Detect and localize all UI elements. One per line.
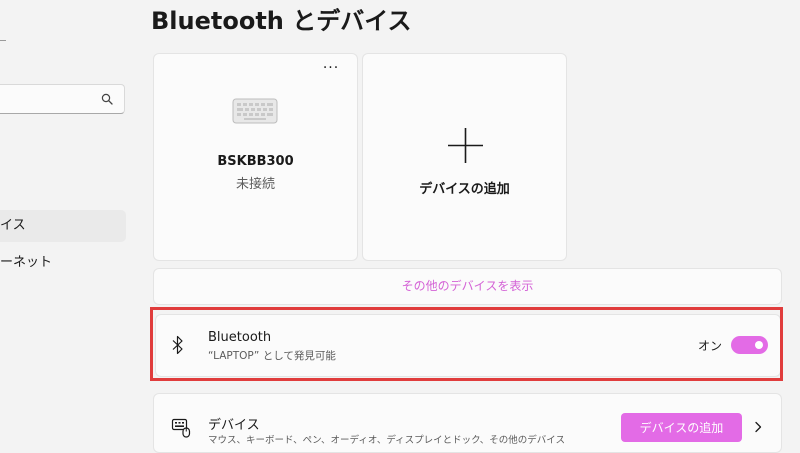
add-device-label: デバイスの追加 [419, 182, 510, 197]
search-input[interactable] [3, 90, 97, 110]
add-device-button[interactable]: デバイスの追加 [621, 413, 742, 442]
device-card[interactable]: ··· BSKBB300 未接続 [153, 53, 358, 261]
devices-icon [171, 418, 191, 438]
bluetooth-row: Bluetooth “LAPTOP” として発見可能 オン [155, 314, 781, 377]
search-box[interactable] [0, 84, 125, 114]
device-name: BSKBB300 [217, 154, 294, 169]
device-status: 未接続 [235, 177, 275, 192]
page-title: Bluetooth とデバイス [151, 7, 412, 35]
search-icon[interactable] [101, 93, 113, 105]
plus-icon [448, 128, 483, 163]
bluetooth-icon [172, 335, 183, 355]
sidebar: イス ーネット [0, 0, 140, 450]
devices-row[interactable]: デバイス マウス、キーボード、ペン、オーディオ、ディスプレイとドック、その他のデ… [153, 393, 782, 453]
bluetooth-toggle[interactable] [731, 336, 768, 354]
devices-title: デバイス [208, 418, 260, 433]
bluetooth-state-label: オン [698, 339, 723, 353]
bluetooth-title: Bluetooth [208, 330, 272, 345]
toggle-knob [755, 341, 763, 349]
show-more-devices-link[interactable]: その他のデバイスを表示 [153, 268, 782, 305]
devices-subtitle: マウス、キーボード、ペン、オーディオ、ディスプレイとドック、その他のデバイス [208, 435, 566, 446]
bluetooth-subtitle: “LAPTOP” として発見可能 [208, 350, 336, 362]
more-options-button[interactable]: ··· [322, 61, 340, 78]
keyboard-icon [232, 98, 278, 124]
sidebar-item-devices[interactable]: イス [0, 210, 126, 242]
sidebar-item-network[interactable]: ーネット [0, 247, 126, 279]
sidebar-divider [0, 40, 6, 41]
sidebar-item-label: ーネット [0, 255, 53, 270]
chevron-right-icon[interactable] [754, 421, 762, 433]
add-device-card[interactable]: デバイスの追加 [362, 53, 567, 261]
sidebar-item-label: イス [0, 218, 26, 233]
